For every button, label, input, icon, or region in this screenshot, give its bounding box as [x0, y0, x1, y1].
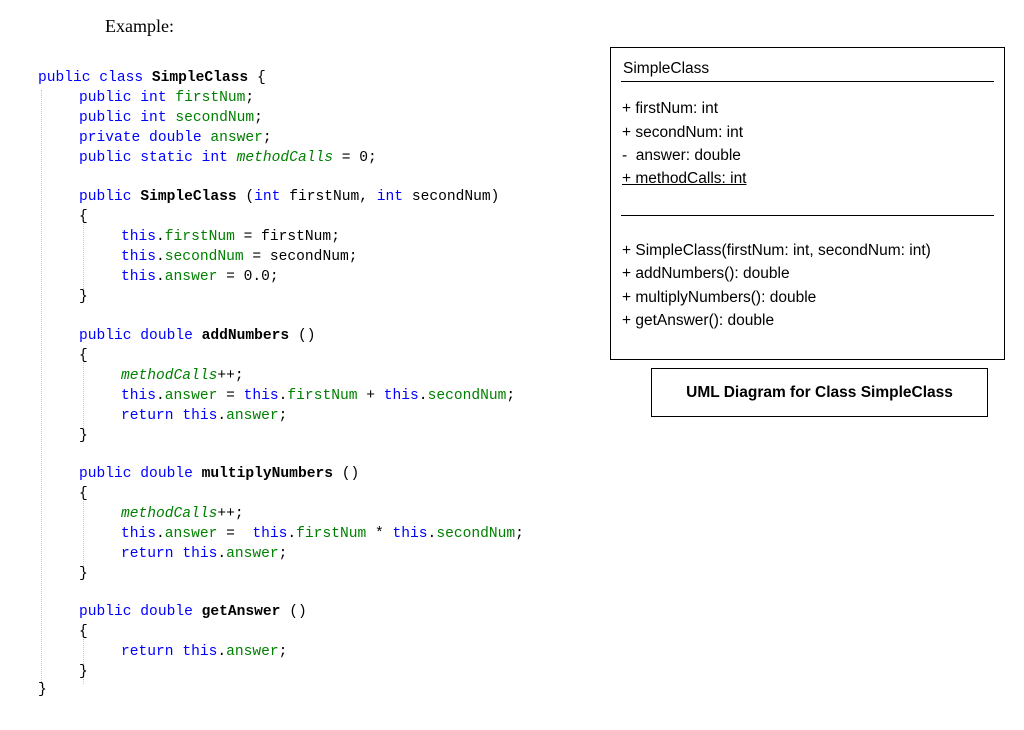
code-line-brace: } [79, 664, 88, 680]
code-line-field: public int firstNum; [79, 90, 255, 106]
code-line-statement: this.firstNum = firstNum; [121, 229, 340, 245]
code-line-field: public static int methodCalls = 0; [79, 150, 377, 166]
code-line-brace: } [79, 428, 88, 444]
example-heading: Example: [105, 16, 174, 36]
uml-class-name: SimpleClass [623, 60, 710, 77]
uml-operation: + SimpleClass(firstNum: int, secondNum: … [622, 242, 931, 259]
uml-divider [621, 81, 994, 82]
uml-attribute: + secondNum: int [622, 124, 744, 141]
code-line-constructor-decl: public SimpleClass (int firstNum, int se… [79, 189, 500, 205]
code-line-class-decl: public class SimpleClass { [38, 70, 266, 86]
code-line-statement: this.answer = 0.0; [121, 269, 279, 285]
uml-attribute: + firstNum: int [622, 100, 719, 117]
uml-class-box: SimpleClass + firstNum: int + secondNum:… [610, 47, 1005, 360]
code-line-statement: return this.answer; [121, 408, 288, 424]
code-line-statement: methodCalls++; [121, 506, 244, 522]
code-line-statement: this.secondNum = secondNum; [121, 249, 358, 265]
code-line-brace: { [79, 348, 88, 364]
code-line-statement: this.answer = this.firstNum * this.secon… [121, 526, 524, 542]
code-line-statement: methodCalls++; [121, 368, 244, 384]
uml-operation: + getAnswer(): double [622, 312, 775, 329]
code-line-field: private double answer; [79, 130, 272, 146]
code-line-method-decl: public double getAnswer () [79, 604, 307, 620]
uml-attribute: - answer: double [622, 147, 741, 164]
indent-guide-class [41, 90, 42, 686]
code-line-statement: return this.answer; [121, 644, 288, 660]
uml-operation: + multiplyNumbers(): double [622, 289, 817, 306]
code-line-brace: } [38, 682, 47, 698]
uml-caption: UML Diagram for Class SimpleClass [651, 368, 988, 417]
code-line-brace: { [79, 486, 88, 502]
code-line-statement: return this.answer; [121, 546, 288, 562]
code-line-brace: } [79, 289, 88, 305]
code-line-statement: this.answer = this.firstNum + this.secon… [121, 388, 516, 404]
uml-divider [621, 215, 994, 216]
code-line-method-decl: public double addNumbers () [79, 328, 316, 344]
code-line-method-decl: public double multiplyNumbers () [79, 466, 360, 482]
code-line-field: public int secondNum; [79, 110, 263, 126]
uml-attribute-static: + methodCalls: int [622, 170, 747, 187]
code-line-brace: { [79, 209, 88, 225]
code-line-brace: } [79, 566, 88, 582]
uml-operation: + addNumbers(): double [622, 265, 790, 282]
code-line-brace: { [79, 624, 88, 640]
